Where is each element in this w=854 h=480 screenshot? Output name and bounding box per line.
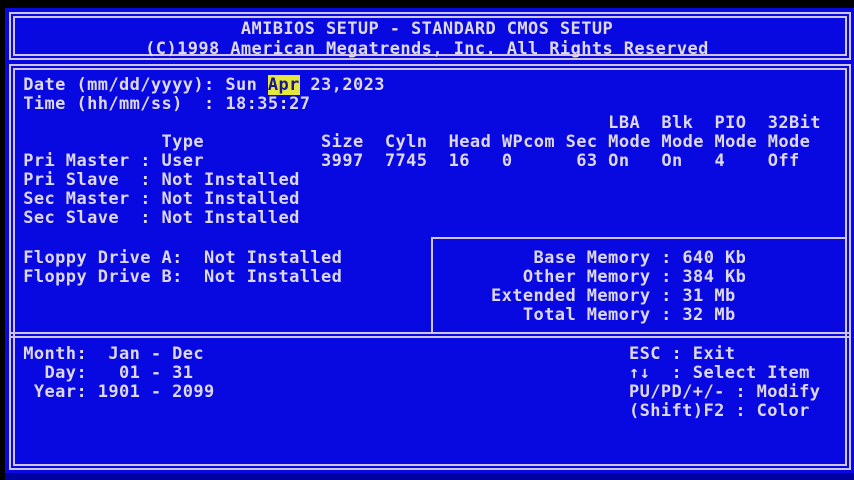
bios-screen: AMIBIOS SETUP - STANDARD CMOS SETUP (C)1… — [0, 0, 854, 480]
base-memory-value: Base Memory : 640 Kb — [491, 248, 746, 267]
date-value: 23,2023 — [300, 75, 385, 95]
drive-table-header-1: LBA Blk PIO 32Bit — [2, 113, 821, 132]
help-esc-exit: ESC : Exit — [629, 344, 735, 363]
other-memory-value: Other Memory : 384 Kb — [491, 267, 746, 286]
floppy-drive-a-field[interactable]: Floppy Drive A: Not Installed — [2, 248, 342, 267]
memory-box-top-border — [431, 237, 845, 239]
overscan-bottom-strip — [0, 473, 854, 480]
drive-table-header-2: Type Size Cyln Head WPcom Sec Mode Mode … — [2, 132, 810, 151]
memory-box-left-border — [431, 237, 433, 332]
help-year-range: Year: 1901 - 2099 — [2, 382, 215, 401]
total-memory-value: Total Memory : 32 Mb — [491, 305, 736, 324]
drive-row-pri-slave[interactable]: Pri Slave : Not Installed — [2, 170, 300, 189]
help-area-separator — [11, 332, 849, 338]
month-field-selected[interactable]: Apr — [268, 75, 300, 95]
floppy-drive-b-field[interactable]: Floppy Drive B: Not Installed — [2, 267, 342, 286]
time-field[interactable]: Time (hh/mm/ss) : 18:35:27 — [2, 94, 310, 113]
help-color-key: (Shift)F2 : Color — [629, 401, 810, 420]
setup-title: AMIBIOS SETUP - STANDARD CMOS SETUP — [0, 19, 854, 38]
overscan-top-strip — [0, 0, 854, 8]
help-day-range: Day: 01 - 31 — [2, 363, 193, 382]
date-label: Date (mm/dd/yyyy): Sun — [2, 75, 268, 95]
extended-memory-value: Extended Memory : 31 Mb — [491, 286, 736, 305]
help-modify-keys: PU/PD/+/- : Modify — [629, 382, 820, 401]
overscan-left-strip — [0, 0, 5, 480]
help-month-range: Month: Jan - Dec — [2, 344, 204, 363]
drive-row-sec-master[interactable]: Sec Master : Not Installed — [2, 189, 300, 208]
drive-row-sec-slave[interactable]: Sec Slave : Not Installed — [2, 208, 300, 227]
date-field[interactable]: Date (mm/dd/yyyy): Sun Apr 23,2023 — [2, 75, 385, 94]
copyright-line: (C)1998 American Megatrends, Inc. All Ri… — [0, 39, 854, 58]
help-select-item: ↑↓ : Select Item — [629, 363, 810, 382]
drive-row-pri-master[interactable]: Pri Master : User 3997 7745 16 0 63 On O… — [2, 151, 800, 170]
